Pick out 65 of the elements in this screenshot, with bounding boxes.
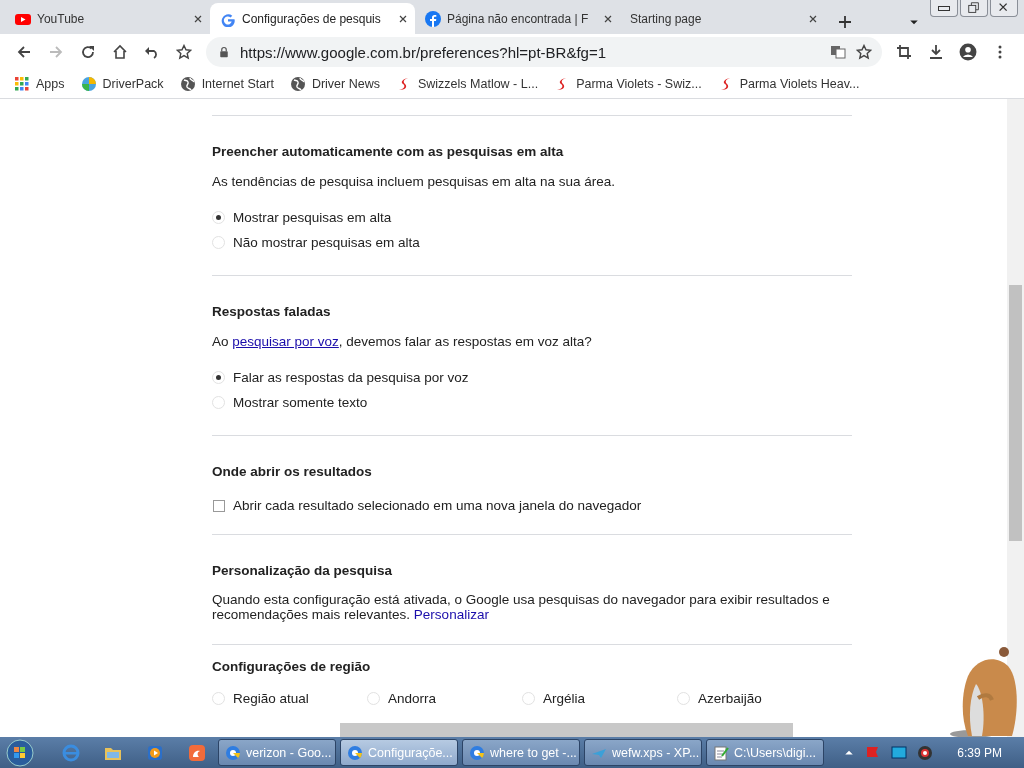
section-description: Ao pesquisar por voz, devemos falar as respostas em voz alta? bbox=[212, 333, 593, 351]
option-label: Região atual bbox=[233, 691, 309, 706]
bookmark-item[interactable]: Driver News bbox=[289, 76, 380, 92]
notepad-icon bbox=[713, 744, 729, 761]
bookmark-item[interactable]: Parma Violets - Swiz... bbox=[554, 76, 702, 92]
browser-tab[interactable]: Página não encontrada | F bbox=[415, 3, 620, 34]
star-icon bbox=[176, 44, 192, 60]
vertical-scrollbar[interactable] bbox=[1007, 99, 1024, 738]
clock: 6:39 PM bbox=[957, 745, 1002, 760]
option-label: Mostrar somente texto bbox=[233, 395, 368, 410]
reload-icon bbox=[80, 44, 96, 60]
home-icon bbox=[112, 44, 128, 60]
f-logo-icon bbox=[425, 10, 441, 27]
section-title: Preencher automaticamente com as pesquisas em alta bbox=[212, 144, 565, 159]
minimize-icon bbox=[938, 5, 950, 11]
option-label: Falar as respostas da pesquisa por voz bbox=[233, 370, 469, 385]
apps-grid-icon bbox=[14, 76, 30, 92]
bookmark-item[interactable]: DriverPack bbox=[80, 76, 164, 92]
restore-button[interactable] bbox=[960, 0, 988, 17]
star-icon bbox=[856, 44, 872, 60]
option-label: Azerbaijão bbox=[698, 691, 762, 706]
e-logo-icon bbox=[61, 742, 81, 763]
section-description: As tendências de pesquisa incluem pesquisas em alta na sua área. bbox=[212, 173, 616, 191]
minimize-button[interactable] bbox=[930, 0, 958, 17]
section-title: Onde abrir os resultados bbox=[212, 464, 373, 479]
option-label: Andorra bbox=[388, 691, 437, 706]
section-description: Quando esta configuração está ativada, o Google usa pesquisas do navegador para exibir resultados e recomendações mais relevantes. Personalizar bbox=[212, 592, 831, 622]
option-label: Abrir cada resultado selecionado em uma nova janela do navegador bbox=[233, 498, 642, 513]
option-label: Não mostrar pesquisas em alta bbox=[233, 235, 420, 250]
speaker-icon bbox=[917, 744, 934, 761]
checkbox[interactable] bbox=[213, 499, 225, 512]
translate-icon bbox=[830, 44, 846, 60]
lock-icon bbox=[218, 46, 230, 58]
address-bar[interactable]: https://www.google.com.br/preferences?hl=pt-BR&fg=1 bbox=[206, 37, 882, 67]
option-label: Argélia bbox=[543, 691, 586, 706]
section-title: Respostas faladas bbox=[212, 304, 332, 319]
bookmark-item[interactable]: Apps bbox=[14, 76, 65, 92]
colored-ball-icon bbox=[80, 76, 97, 92]
new-tab-button[interactable] bbox=[837, 14, 853, 30]
browser-tab[interactable]: YouTube bbox=[5, 3, 210, 34]
text-link[interactable]: pesquisar por voz bbox=[232, 334, 339, 349]
windows-logo-icon bbox=[6, 738, 34, 767]
monitor-icon bbox=[891, 744, 908, 761]
close-button[interactable] bbox=[990, 0, 1018, 17]
section-title: Personalização da pesquisa bbox=[212, 563, 394, 578]
avatar-icon bbox=[959, 43, 977, 61]
globe-icon bbox=[179, 76, 196, 92]
bookmark-item[interactable]: Swizzels Matlow - L... bbox=[395, 76, 539, 92]
bookmark-item[interactable]: Parma Violets Heav... bbox=[717, 76, 860, 92]
c-logo-icon bbox=[347, 744, 363, 761]
section-title: Configurações de região bbox=[212, 659, 372, 674]
back-arrow-icon bbox=[16, 44, 32, 60]
c-logo-icon bbox=[469, 744, 485, 761]
forward-arrow-icon bbox=[48, 44, 64, 60]
c-logo-icon bbox=[225, 744, 241, 761]
crop-icon bbox=[896, 44, 912, 60]
option-label: Mostrar pesquisas em alta bbox=[233, 210, 392, 225]
download-icon bbox=[928, 44, 944, 60]
browser-tab[interactable]: Starting page bbox=[620, 3, 825, 34]
plus-icon bbox=[837, 14, 853, 30]
bookmark-item[interactable]: Internet Start bbox=[179, 76, 274, 92]
text-link[interactable]: Personalizar bbox=[413, 607, 489, 622]
restore-icon bbox=[967, 1, 981, 15]
globe-icon bbox=[289, 76, 306, 92]
browser-tab[interactable]: Configurações de pesquis bbox=[210, 3, 415, 34]
